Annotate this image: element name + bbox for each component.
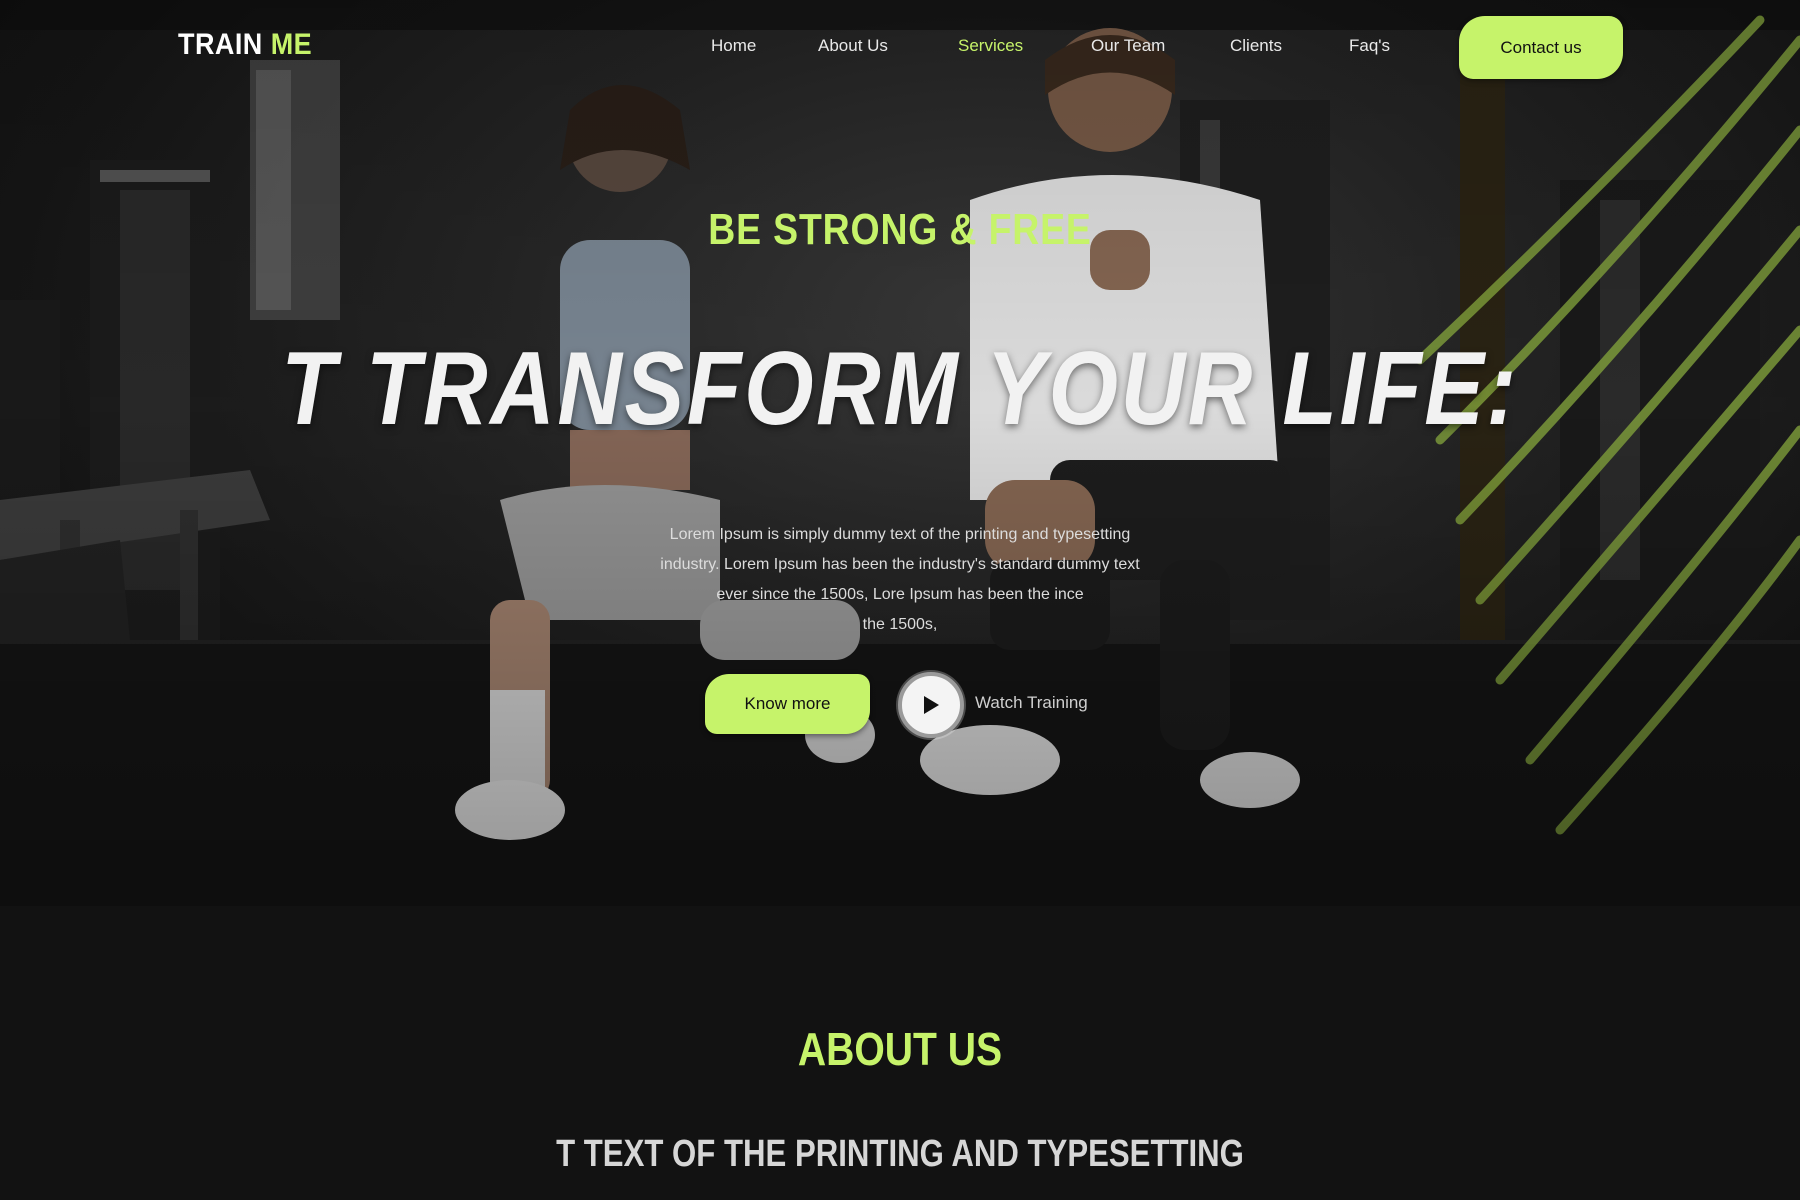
hero-headline: T TRANSFORM YOUR LIFE:: [281, 331, 1519, 447]
about-subheading: T TEXT OF THE PRINTING AND TYPESETTING: [556, 1133, 1244, 1175]
contact-us-button[interactable]: Contact us: [1459, 16, 1623, 79]
top-navigation: TRAIN ME Home About Us Services Our Team…: [0, 0, 1800, 95]
nav-link-services[interactable]: Services: [958, 36, 1023, 56]
hero-description-line: ever since the 1500s, Lore Ipsum has bee…: [716, 586, 1084, 603]
nav-link-faqs[interactable]: Faq's: [1349, 36, 1390, 56]
nav-link-our-team[interactable]: Our Team: [1091, 36, 1165, 56]
play-icon: [924, 696, 939, 714]
know-more-button[interactable]: Know more: [705, 674, 870, 734]
hero-section: TRAIN ME Home About Us Services Our Team…: [0, 0, 1800, 906]
nav-link-clients[interactable]: Clients: [1230, 36, 1282, 56]
hero-description-line: industry. Lorem Ipsum has been the indus…: [660, 556, 1140, 573]
watch-training-play-button[interactable]: [898, 672, 964, 738]
watch-training-label[interactable]: Watch Training: [975, 693, 1088, 713]
hero-description: Lorem Ipsum is simply dummy text of the …: [600, 520, 1200, 640]
about-heading: ABOUT US: [797, 1023, 1003, 1075]
nav-link-home[interactable]: Home: [711, 36, 756, 56]
landing-page: TRAIN ME Home About Us Services Our Team…: [0, 0, 1800, 1200]
hero-eyebrow: BE STRONG & FREE: [708, 205, 1092, 254]
hero-description-line: the 1500s,: [862, 616, 938, 633]
hero-overlay: [0, 0, 1800, 906]
nav-link-about-us[interactable]: About Us: [818, 36, 888, 56]
hero-description-line: Lorem Ipsum is simply dummy text of the …: [669, 526, 1131, 543]
